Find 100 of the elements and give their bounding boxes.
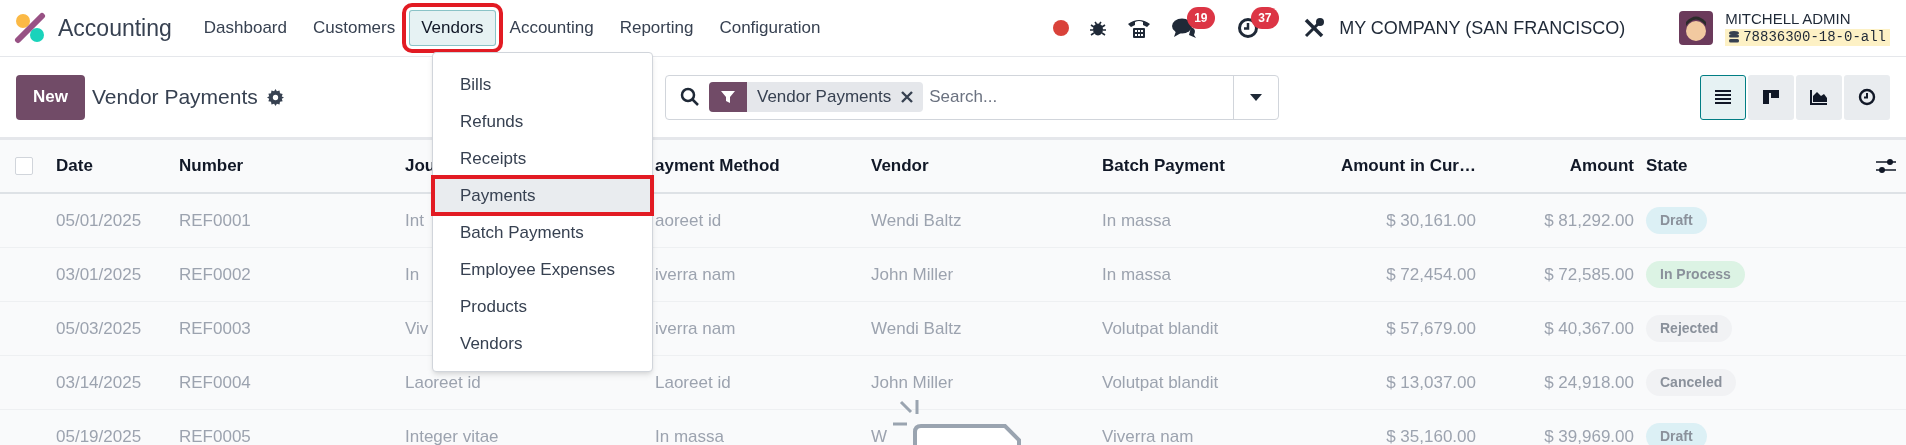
column-header[interactable]: Vendor xyxy=(871,153,929,179)
clock-icon xyxy=(1857,87,1877,107)
table-cell-text: REF0001 xyxy=(179,209,251,232)
table-cell-text: $ 81,292.00 xyxy=(1544,209,1634,232)
table-cell-text: iverra nam xyxy=(655,263,736,286)
column-header[interactable]: Amount xyxy=(1569,153,1634,179)
table-cell-text: W xyxy=(871,425,888,445)
menu-item[interactable]: Accounting xyxy=(497,10,606,46)
table-cell-text: $ 72,585.00 xyxy=(1544,263,1634,286)
column-header[interactable]: Date xyxy=(56,153,93,179)
select-all-checkbox[interactable] xyxy=(15,157,33,175)
app-logo-icon[interactable] xyxy=(14,12,46,44)
settings-icon[interactable] xyxy=(266,88,284,106)
column-header[interactable]: ayment Method xyxy=(655,153,780,179)
table-cell-text: $ 24,918.00 xyxy=(1544,371,1634,394)
database-icon xyxy=(1729,31,1740,44)
dropdown-item[interactable]: Employee Expenses xyxy=(433,251,652,288)
database-name: 78836300-18-0-all xyxy=(1743,28,1886,47)
table-cell-text: $ 39,969.00 xyxy=(1544,425,1634,445)
bug-icon[interactable] xyxy=(1089,19,1108,37)
table-cell-text: 05/19/2025 xyxy=(56,425,142,445)
status-tag: Rejected xyxy=(1646,315,1733,342)
app-name[interactable]: Accounting xyxy=(58,10,172,46)
caret-icon xyxy=(1250,93,1262,101)
kanban-view-icon xyxy=(1761,87,1781,107)
dropdown-item[interactable]: Refunds xyxy=(433,103,652,140)
table-cell-text: 03/01/2025 xyxy=(56,263,142,286)
dropdown-item[interactable]: Batch Payments xyxy=(433,214,652,251)
table-cell-text: Int xyxy=(405,209,424,232)
column-header[interactable]: Batch Payment xyxy=(1102,153,1225,179)
clock-icon[interactable] xyxy=(1237,17,1260,39)
search-field[interactable]: Vendor Payments Search... xyxy=(665,74,1279,120)
table-cell-text: REF0003 xyxy=(179,317,251,340)
column-header[interactable]: Number xyxy=(179,153,244,179)
table-cell-text: $ 13,037.00 xyxy=(1386,371,1476,394)
phone-icon[interactable] xyxy=(1127,17,1152,39)
table-cell-text: Laoreet id xyxy=(655,371,731,394)
page-title: Vendor Payments xyxy=(92,84,258,111)
table-cell-text: John Miller xyxy=(871,371,954,394)
search-icon[interactable] xyxy=(680,87,700,107)
view-switch-button[interactable] xyxy=(1844,74,1890,120)
column-settings-icon[interactable] xyxy=(1876,157,1896,175)
table-cell-text: In massa xyxy=(655,425,724,445)
dropdown-item[interactable]: Bills xyxy=(433,66,652,103)
status-tag: Draft xyxy=(1646,423,1707,445)
notification-count: 19 xyxy=(1187,7,1215,29)
avatar-icon[interactable] xyxy=(1679,11,1714,45)
view-switch-button[interactable] xyxy=(1700,74,1746,120)
table-cell-text: $ 30,161.00 xyxy=(1386,209,1476,232)
table-cell-text: 03/14/2025 xyxy=(56,371,142,394)
facet-label: Vendor Payments xyxy=(756,86,893,109)
table-cell-text: Viverra nam xyxy=(1102,425,1194,445)
table-cell-text: Wendi Baltz xyxy=(871,317,962,340)
table-cell-text: Volutpat blandit xyxy=(1102,317,1219,340)
remove-icon[interactable] xyxy=(901,91,914,103)
list-view-icon xyxy=(1713,87,1733,107)
table-cell-text: Volutpat blandit xyxy=(1102,371,1219,394)
status-tag: Canceled xyxy=(1646,369,1737,396)
column-header[interactable]: Amount in Cur… xyxy=(1340,153,1476,179)
table-cell-text: $ 35,160.00 xyxy=(1386,425,1476,445)
table-cell-text: REF0002 xyxy=(179,263,251,286)
table-cell-text: $ 57,679.00 xyxy=(1386,317,1476,340)
menu-item[interactable]: Customers xyxy=(301,10,408,46)
filter-icon xyxy=(720,89,736,105)
dropdown-item[interactable]: Receipts xyxy=(433,140,652,177)
user-name[interactable]: MITCHELL ADMIN xyxy=(1725,9,1890,29)
dropdown-item[interactable]: Products xyxy=(433,288,652,325)
status-tag: Draft xyxy=(1646,207,1707,234)
table-cell-text: In xyxy=(405,263,420,286)
record-dot-icon[interactable] xyxy=(1053,20,1070,36)
column-header[interactable]: State xyxy=(1646,153,1688,179)
dropdown-item[interactable]: Vendors xyxy=(433,325,652,362)
table-cell-text: Viv xyxy=(405,317,429,340)
notification-count: 37 xyxy=(1251,7,1279,29)
company-switcher[interactable]: MY COMPANY (SAN FRANCISCO) xyxy=(1339,14,1626,42)
filter-facet[interactable]: Vendor Payments xyxy=(709,82,924,112)
new-button[interactable]: New xyxy=(16,74,85,120)
table-cell-text: aoreet id xyxy=(655,209,722,232)
table-cell-text: In massa xyxy=(1102,209,1171,232)
table-cell-text: John Miller xyxy=(871,263,954,286)
table-cell-text: Laoreet id xyxy=(405,371,481,394)
table-cell-text: $ 40,367.00 xyxy=(1544,317,1634,340)
tools-icon[interactable] xyxy=(1303,17,1326,39)
menu-item[interactable]: Dashboard xyxy=(191,10,299,46)
view-switch-button[interactable] xyxy=(1748,74,1794,120)
table-cell-text: In massa xyxy=(1102,263,1171,286)
table-cell-text: REF0005 xyxy=(179,425,251,445)
table-cell-text: 05/03/2025 xyxy=(56,317,142,340)
table-cell-text: Wendi Baltz xyxy=(871,209,962,232)
menu-item[interactable]: Configuration xyxy=(707,10,833,46)
table-cell-text: 05/01/2025 xyxy=(56,209,142,232)
table-cell-text: Integer vitae xyxy=(405,425,499,445)
table-cell-text: $ 72,454.00 xyxy=(1386,263,1476,286)
menu-item[interactable]: Reporting xyxy=(607,10,706,46)
table-cell-text: iverra nam xyxy=(655,317,736,340)
view-switch-button[interactable] xyxy=(1796,74,1842,120)
dropdown-item[interactable]: Payments xyxy=(433,177,652,214)
status-tag: In Process xyxy=(1646,261,1745,288)
graph-view-icon xyxy=(1809,87,1829,107)
table-cell-text: REF0004 xyxy=(179,371,251,394)
